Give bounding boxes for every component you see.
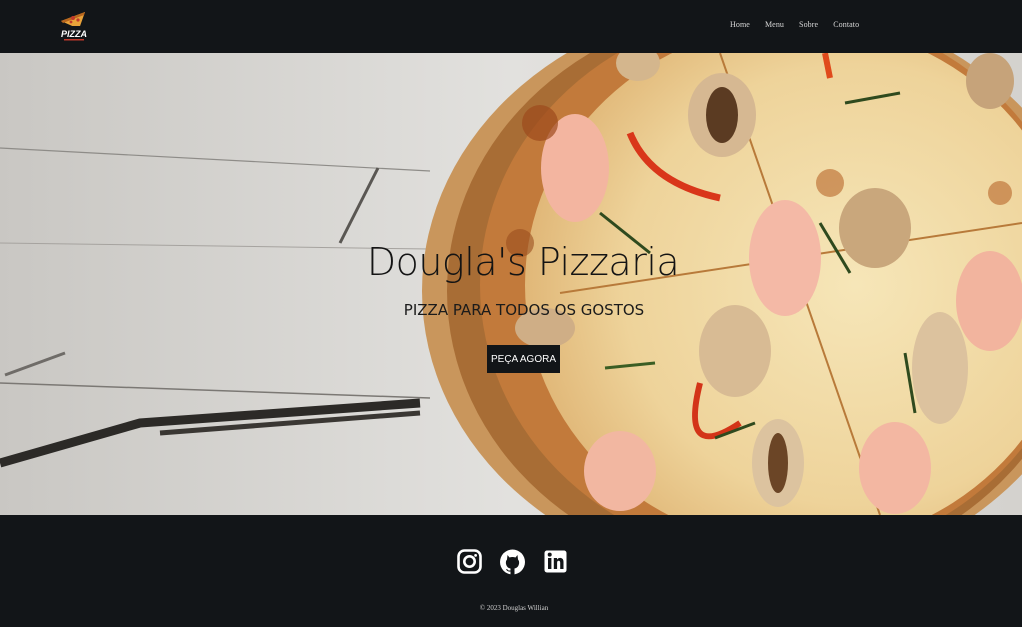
nav-link-menu[interactable]: Menu (765, 20, 784, 29)
linkedin-link[interactable] (543, 545, 568, 579)
pizza-logo-icon: PIZZA (61, 12, 87, 41)
footer: © 2023 Douglas Willian (0, 515, 1022, 627)
logo-text: PIZZA (61, 29, 87, 39)
hero-background-image (0, 53, 1022, 515)
hero-section: Dougla's Pizzaria PIZZA PARA TODOS OS GO… (0, 53, 1022, 515)
nav-link-sobre[interactable]: Sobre (799, 20, 818, 29)
order-now-button[interactable]: PEÇA AGORA (487, 345, 560, 373)
social-links (457, 545, 568, 579)
github-link[interactable] (500, 545, 525, 579)
navbar: PIZZA Home Menu Sobre Contato (0, 0, 1022, 53)
hero-title: Dougla's Pizzaria (366, 240, 680, 284)
github-icon (500, 549, 525, 575)
nav-link-contato[interactable]: Contato (833, 20, 859, 29)
nav-link-home[interactable]: Home (730, 20, 750, 29)
main-nav: Home Menu Sobre Contato (730, 20, 874, 29)
linkedin-icon (544, 550, 567, 573)
copyright-text: © 2023 Douglas Willian (479, 604, 549, 612)
instagram-link[interactable] (457, 545, 482, 579)
logo[interactable]: PIZZA (57, 9, 91, 43)
instagram-icon (457, 549, 482, 574)
hero-subtitle: PIZZA PARA TODOS OS GOSTOS (403, 301, 645, 319)
